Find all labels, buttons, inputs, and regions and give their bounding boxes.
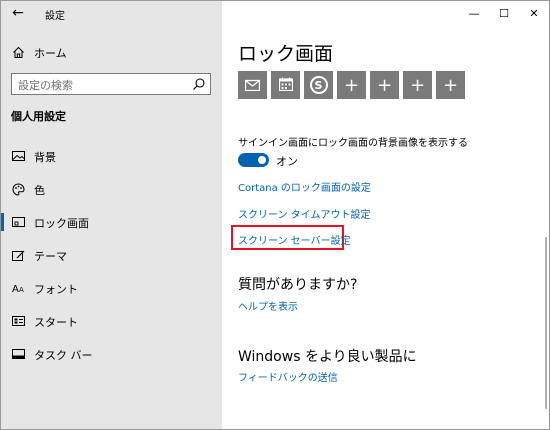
skype-icon: S <box>309 76 328 94</box>
sidebar-item-label: テーマ <box>34 250 67 263</box>
skype-tile[interactable]: S <box>304 71 333 99</box>
sidebar-item-lock-screen[interactable]: ロック画面 <box>1 208 222 236</box>
plus-icon: + <box>376 74 393 96</box>
mail-tile[interactable] <box>238 71 267 99</box>
sidebar-item-color[interactable]: 色 <box>1 175 222 203</box>
svg-text:A: A <box>12 284 19 294</box>
active-indicator <box>1 213 4 231</box>
plus-icon: + <box>442 74 459 96</box>
title-bar-left: ← 設定 <box>1 1 222 27</box>
minimize-button[interactable]: — <box>459 1 489 25</box>
palette-icon <box>11 182 25 196</box>
toggle-label: サインイン画面にロック画面の背景画像を表示する <box>238 138 468 149</box>
sidebar-item-label: タスク バー <box>34 349 93 362</box>
page-title: ロック画面 <box>238 43 334 65</box>
sidebar-item-home[interactable]: ホーム <box>1 39 222 65</box>
sidebar-item-taskbar[interactable]: タスク バー <box>1 340 222 368</box>
home-icon <box>11 45 25 59</box>
calendar-tile[interactable] <box>271 71 300 99</box>
toggle-knob <box>258 156 266 164</box>
mail-icon <box>244 75 261 96</box>
feedback-link[interactable]: フィードバックの送信 <box>238 369 338 384</box>
plus-icon: + <box>343 74 360 96</box>
add-app-tile[interactable]: + <box>403 71 432 99</box>
section-title: 個人用設定 <box>11 110 66 123</box>
close-button[interactable]: ✕ <box>519 1 549 25</box>
show-background-toggle[interactable] <box>238 153 269 167</box>
scrollbar[interactable] <box>545 237 547 409</box>
lock-screen-icon <box>11 215 25 229</box>
sidebar-item-label: スタート <box>34 316 78 329</box>
sidebar-item-label: 色 <box>34 184 45 197</box>
sidebar-item-background[interactable]: 背景 <box>1 142 222 170</box>
taskbar-icon <box>11 347 25 361</box>
questions-heading: 質問がありますか? <box>238 277 358 293</box>
sidebar-item-label: ホーム <box>34 47 67 60</box>
sidebar-item-font[interactable]: AA フォント <box>1 274 222 302</box>
sidebar-item-start[interactable]: スタート <box>1 307 222 335</box>
search-placeholder: 設定の検索 <box>18 79 73 92</box>
help-link[interactable]: ヘルプを表示 <box>238 298 298 313</box>
add-app-tile[interactable]: + <box>436 71 465 99</box>
theme-icon <box>11 248 25 262</box>
svg-text:A: A <box>19 286 24 294</box>
back-button[interactable]: ← <box>7 3 29 23</box>
maximize-button[interactable]: ☐ <box>489 1 519 25</box>
feedback-heading: Windows をより良い製品に <box>238 349 417 365</box>
add-app-tile[interactable]: + <box>337 71 366 99</box>
sidebar-item-label: フォント <box>34 283 78 296</box>
start-icon <box>11 314 25 328</box>
sidebar-item-label: ロック画面 <box>34 217 89 230</box>
app-title: 設定 <box>45 11 65 22</box>
search-icon[interactable] <box>192 77 206 91</box>
sidebar: ← 設定 ホーム 設定の検索 個人用設定 背景 色 ロック画面 テーマ A A … <box>1 1 222 429</box>
window-controls: — ☐ ✕ <box>459 1 549 25</box>
screen-saver-link[interactable]: スクリーン セーバー設定 <box>238 232 351 247</box>
toggle-state: オン <box>276 155 298 168</box>
sidebar-item-theme[interactable]: テーマ <box>1 241 222 269</box>
add-app-tile[interactable]: + <box>370 71 399 99</box>
cortana-settings-link[interactable]: Cortana のロック画面の設定 <box>238 179 371 194</box>
font-icon: AA <box>11 281 25 295</box>
main-content: — ☐ ✕ ロック画面 S + + + + サインイン画面にロック画面の背景画像… <box>222 1 549 429</box>
search-input[interactable]: 設定の検索 <box>11 73 211 95</box>
sidebar-item-label: 背景 <box>34 151 56 164</box>
calendar-icon <box>278 75 293 96</box>
plus-icon: + <box>409 74 426 96</box>
lock-screen-app-tiles: S + + + + <box>238 71 465 99</box>
screen-timeout-link[interactable]: スクリーン タイムアウト設定 <box>238 206 370 221</box>
picture-icon <box>11 149 25 163</box>
